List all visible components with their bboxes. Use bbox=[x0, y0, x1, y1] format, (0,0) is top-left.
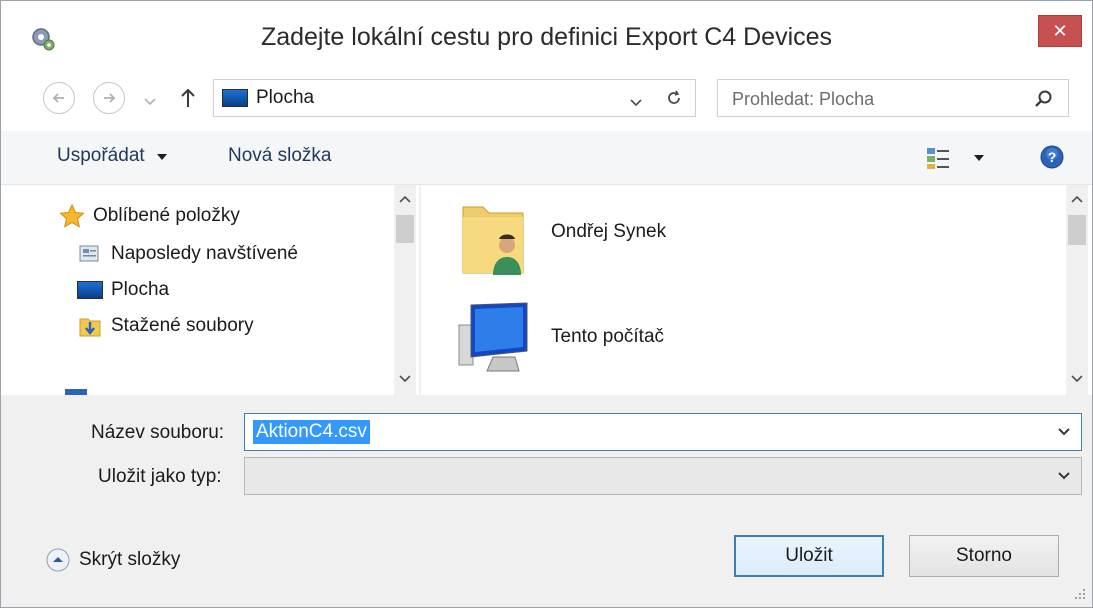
back-arrow-icon bbox=[52, 93, 64, 103]
address-dropdown-icon[interactable] bbox=[630, 94, 642, 112]
close-icon: ✕ bbox=[1052, 20, 1068, 41]
new-folder-button[interactable]: Nová složka bbox=[228, 145, 332, 167]
recent-places-icon bbox=[77, 243, 103, 265]
save-button[interactable]: Uložit bbox=[734, 535, 884, 577]
organize-button[interactable]: Uspořádat bbox=[57, 145, 168, 167]
downloads-icon bbox=[77, 315, 103, 337]
address-bar[interactable]: Plocha bbox=[213, 79, 653, 117]
save-form: Název souboru: AktionC4.csv Uložit jako … bbox=[1, 395, 1092, 607]
list-item[interactable]: Ondřej Synek bbox=[459, 199, 666, 279]
file-label: Ondřej Synek bbox=[551, 221, 667, 242]
list-item[interactable]: Tento počítač bbox=[457, 297, 664, 377]
command-toolbar: Uspořádat Nová složka ? bbox=[1, 131, 1092, 185]
scroll-down-icon[interactable] bbox=[1071, 375, 1083, 383]
sidebar-item-favorites[interactable]: Oblíbené položky bbox=[59, 204, 240, 228]
navigation-bar: Plocha Prohledat: Plocha bbox=[1, 69, 1092, 131]
scroll-thumb[interactable] bbox=[1068, 215, 1086, 245]
title-bar[interactable]: Zadejte lokální cestu pro definici Expor… bbox=[1, 1, 1092, 69]
hide-folders-label: Skrýt složky bbox=[79, 549, 181, 570]
navigation-scrollbar[interactable] bbox=[394, 185, 416, 395]
sidebar-item-label: Stažené soubory bbox=[111, 315, 254, 336]
view-options-button[interactable] bbox=[925, 145, 985, 171]
up-arrow-icon bbox=[181, 88, 195, 107]
forward-button[interactable] bbox=[93, 82, 125, 114]
scroll-down-icon[interactable] bbox=[399, 375, 411, 383]
sidebar-item-recent[interactable]: Naposledy navštívené bbox=[77, 243, 298, 265]
file-list-scrollbar[interactable] bbox=[1066, 185, 1088, 395]
navigation-pane[interactable]: Oblíbené položky Naposledy navštívené Pl… bbox=[1, 185, 419, 395]
sidebar-item-label: Naposledy navštívené bbox=[111, 243, 298, 264]
history-dropdown-icon[interactable] bbox=[144, 93, 156, 111]
filename-dropdown-icon[interactable] bbox=[1057, 425, 1071, 441]
desktop-icon bbox=[222, 89, 248, 107]
file-label: Tento počítač bbox=[551, 326, 665, 347]
cancel-button[interactable]: Storno bbox=[909, 535, 1059, 577]
search-icon[interactable] bbox=[1034, 89, 1054, 114]
scroll-up-icon[interactable] bbox=[1071, 195, 1083, 203]
refresh-icon bbox=[667, 90, 680, 104]
filetype-label: Uložit jako typ: bbox=[98, 466, 222, 487]
filename-value[interactable]: AktionC4.csv bbox=[253, 420, 370, 444]
view-dropdown-icon bbox=[974, 155, 984, 161]
scroll-up-icon[interactable] bbox=[399, 195, 411, 203]
hide-folders-button[interactable]: Skrýt složky bbox=[45, 547, 180, 573]
up-button[interactable] bbox=[179, 87, 197, 114]
back-button[interactable] bbox=[43, 82, 75, 114]
save-dialog: Zadejte lokální cestu pro definici Expor… bbox=[0, 0, 1093, 608]
forward-arrow-icon bbox=[104, 93, 116, 103]
svg-text:?: ? bbox=[1048, 149, 1057, 165]
organize-label: Uspořádat bbox=[57, 145, 145, 166]
address-text: Plocha bbox=[256, 87, 315, 108]
sidebar-item-label: Plocha bbox=[111, 279, 170, 300]
collapse-arrow-icon bbox=[46, 548, 70, 572]
sidebar-item-downloads[interactable]: Stažené soubory bbox=[77, 315, 254, 337]
resize-grip-icon[interactable] bbox=[1071, 585, 1087, 601]
search-placeholder: Prohledat: Plocha bbox=[732, 89, 875, 109]
filename-label: Název souboru: bbox=[91, 422, 225, 443]
filetype-select[interactable] bbox=[244, 457, 1082, 495]
sidebar-item-desktop[interactable]: Plocha bbox=[77, 279, 169, 301]
computer-icon bbox=[457, 297, 539, 377]
filename-field[interactable]: AktionC4.csv bbox=[244, 413, 1082, 451]
refresh-button[interactable] bbox=[652, 79, 696, 117]
filetype-dropdown-icon[interactable] bbox=[1057, 469, 1071, 485]
file-list[interactable]: Ondřej Synek Tento počítač bbox=[421, 185, 1092, 395]
sidebar-item-label: Oblíbené položky bbox=[93, 205, 240, 226]
search-box[interactable]: Prohledat: Plocha bbox=[717, 79, 1069, 117]
help-icon: ? bbox=[1040, 145, 1064, 169]
close-button[interactable]: ✕ bbox=[1038, 15, 1082, 47]
star-icon bbox=[59, 204, 85, 228]
desktop-icon bbox=[77, 279, 103, 301]
user-folder-icon bbox=[459, 199, 539, 279]
view-details-icon bbox=[927, 148, 949, 169]
scroll-thumb[interactable] bbox=[396, 215, 414, 243]
help-button[interactable]: ? bbox=[1040, 145, 1064, 174]
window-title: Zadejte lokální cestu pro definici Expor… bbox=[260, 23, 833, 51]
chevron-down-icon bbox=[156, 154, 167, 160]
